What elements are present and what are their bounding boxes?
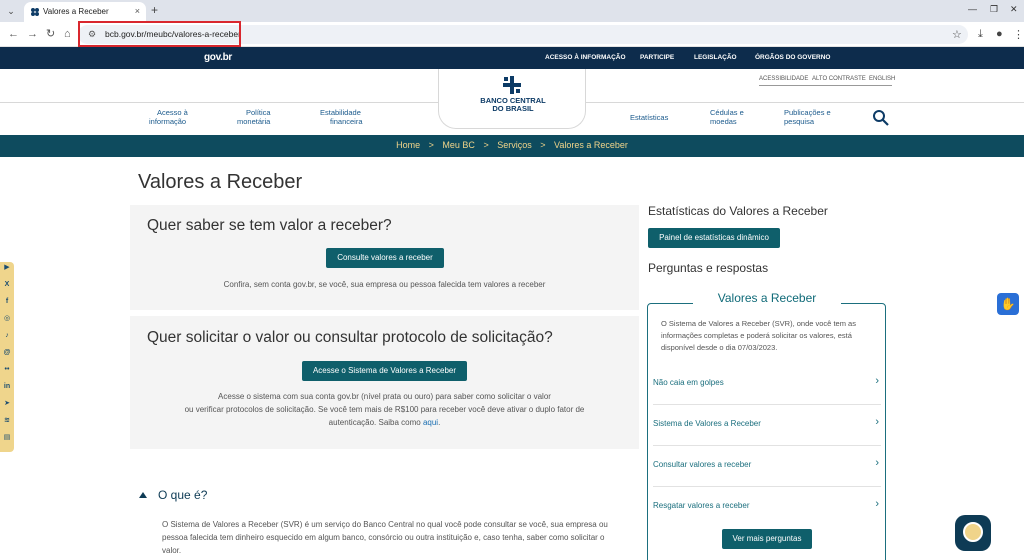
- download-icon[interactable]: ⤓: [978, 28, 983, 41]
- menu-politica-monetaria[interactable]: Política monetária: [237, 108, 271, 126]
- crumb-sep: >: [540, 140, 546, 150]
- breadcrumb-trail: Home > Meu BC > Serviços > Valores a Rec…: [0, 140, 1024, 150]
- gov-bar: gov.br ACESSO À INFORMAÇÃO PARTICIPE LEG…: [0, 47, 1024, 69]
- faq-intro: O Sistema de Valores a Receber (SVR), on…: [661, 319, 856, 352]
- chevron-right-icon: ›: [875, 457, 879, 469]
- tab-search-icon[interactable]: ⌄: [4, 4, 18, 18]
- link-alto-contraste[interactable]: ALTO CONTRASTE: [812, 76, 866, 82]
- bcb-logo[interactable]: BANCO CENTRAL DO BRASIL: [438, 69, 586, 129]
- crumb-sep: >: [428, 140, 434, 150]
- faq-heading: Perguntas e respostas: [648, 261, 769, 275]
- reload-icon[interactable]: ↻: [46, 28, 55, 40]
- linkedin-icon[interactable]: in: [3, 383, 11, 391]
- gov-link-legislacao[interactable]: LEGISLAÇÃO: [694, 54, 737, 61]
- consult-card-title: Quer saber se tem valor a receber?: [147, 217, 392, 234]
- link-english[interactable]: ENGLISH: [869, 76, 895, 82]
- rss-icon[interactable]: ≋: [3, 417, 11, 425]
- browser-tab[interactable]: Valores a Receber ×: [24, 2, 146, 22]
- x-twitter-icon[interactable]: X: [3, 281, 11, 289]
- gov-link-acesso[interactable]: ACESSO À INFORMAÇÃO: [545, 54, 626, 61]
- oque-e-heading[interactable]: O que é?: [158, 488, 207, 502]
- restore-icon[interactable]: ❐: [990, 4, 998, 15]
- instagram-icon[interactable]: ◎: [3, 315, 11, 323]
- facebook-icon[interactable]: f: [3, 298, 11, 306]
- crumb-current: Valores a Receber: [554, 140, 628, 150]
- youtube-icon[interactable]: ▶: [3, 264, 11, 272]
- chatbot-button[interactable]: [955, 515, 991, 551]
- link-acessibilidade[interactable]: ACESSIBILIDADE: [759, 76, 808, 82]
- back-icon[interactable]: ←: [8, 28, 19, 40]
- faq-item[interactable]: Resgatar valores a receber ›: [653, 486, 881, 526]
- social-sidebar: ▶ X f ◎ ♪ @ •• in ➤ ≋ ▤: [0, 262, 14, 452]
- tab-title: Valores a Receber: [43, 7, 109, 16]
- access-system-button[interactable]: Acesse o Sistema de Valores a Receber: [302, 361, 467, 381]
- govbr-logo[interactable]: gov.br: [204, 52, 232, 63]
- chevron-right-icon: ›: [875, 416, 879, 428]
- sign-language-icon[interactable]: ✋: [997, 293, 1019, 315]
- breadcrumb: Home > Meu BC > Serviços > Valores a Rec…: [0, 135, 1024, 157]
- more-menu-icon[interactable]: ⋮: [1013, 28, 1024, 41]
- home-icon[interactable]: ⌂: [64, 28, 71, 40]
- faq-item[interactable]: Consultar valores a receber ›: [653, 445, 881, 485]
- site-header: ACESSIBILIDADE ALTO CONTRASTE ENGLISH BA…: [0, 69, 1024, 135]
- menu-acesso-informacao[interactable]: Acesso à informação: [149, 108, 188, 126]
- crumb-servicos[interactable]: Serviços: [497, 140, 532, 150]
- chatbot-avatar-icon: [963, 522, 983, 542]
- saiba-como-link[interactable]: aqui: [423, 418, 438, 427]
- threads-icon[interactable]: @: [3, 349, 11, 357]
- stats-panel-button[interactable]: Painel de estatísticas dinâmico: [648, 228, 780, 248]
- flickr-icon[interactable]: ••: [3, 366, 11, 374]
- menu-estatisticas[interactable]: Estatísticas: [630, 113, 668, 122]
- accessibility-underline: [759, 85, 892, 86]
- faq-box-title: Valores a Receber: [717, 291, 817, 305]
- page-title: Valores a Receber: [138, 171, 303, 193]
- url-highlight-annotation: [78, 21, 241, 47]
- request-card-title: Quer solicitar o valor ou consultar prot…: [147, 329, 553, 346]
- chevron-right-icon: ›: [875, 498, 879, 510]
- crumb-sep: >: [483, 140, 489, 150]
- close-window-icon[interactable]: ✕: [1010, 4, 1018, 15]
- faq-item[interactable]: Sistema de Valores a Receber ›: [653, 404, 881, 444]
- bookmark-star-icon[interactable]: ☆: [952, 28, 962, 41]
- gov-link-orgaos[interactable]: ÓRGÃOS DO GOVERNO: [755, 54, 830, 61]
- crumb-meu-bc[interactable]: Meu BC: [442, 140, 475, 150]
- menu-cedulas-moedas[interactable]: Cédulas e moedas: [710, 108, 744, 126]
- oque-e-text: O Sistema de Valores a Receber (SVR) é u…: [162, 520, 608, 555]
- menu-estabilidade-financeira[interactable]: Estabilidade financeira: [320, 108, 363, 126]
- telegram-icon[interactable]: ➤: [3, 400, 11, 408]
- bcb-emblem-icon: [503, 76, 521, 94]
- profile-icon[interactable]: ●: [996, 28, 1003, 40]
- stats-heading: Estatísticas do Valores a Receber: [648, 204, 828, 218]
- browser-tab-bar: ⌄ Valores a Receber × + — ❐ ✕: [0, 0, 1024, 22]
- gov-link-participe[interactable]: PARTICIPE: [640, 54, 674, 61]
- menu-publicacoes-pesquisa[interactable]: Publicações e pesquisa: [784, 108, 831, 126]
- crumb-home[interactable]: Home: [396, 140, 420, 150]
- search-icon[interactable]: [872, 109, 890, 127]
- chevron-right-icon: ›: [875, 375, 879, 387]
- new-tab-button[interactable]: +: [151, 3, 158, 17]
- bcb-logo-text: BANCO CENTRAL DO BRASIL: [480, 96, 546, 113]
- more-questions-button[interactable]: Ver mais perguntas: [722, 529, 812, 549]
- tiktok-icon[interactable]: ♪: [3, 332, 11, 340]
- tab-close-icon[interactable]: ×: [135, 6, 140, 16]
- request-card-text: Acesse o sistema com sua conta gov.br (n…: [184, 392, 585, 427]
- bcb-favicon-icon: [31, 8, 39, 16]
- consult-card-text: Confira, sem conta gov.br, se você, sua …: [223, 280, 546, 289]
- consult-button[interactable]: Consulte valores a receber: [326, 248, 444, 268]
- podcast-icon[interactable]: ▤: [3, 434, 11, 442]
- minimize-icon[interactable]: —: [968, 4, 977, 14]
- forward-icon[interactable]: →: [27, 28, 38, 40]
- faq-item[interactable]: Não caia em golpes ›: [653, 364, 881, 404]
- collapse-arrow-icon[interactable]: [139, 492, 147, 498]
